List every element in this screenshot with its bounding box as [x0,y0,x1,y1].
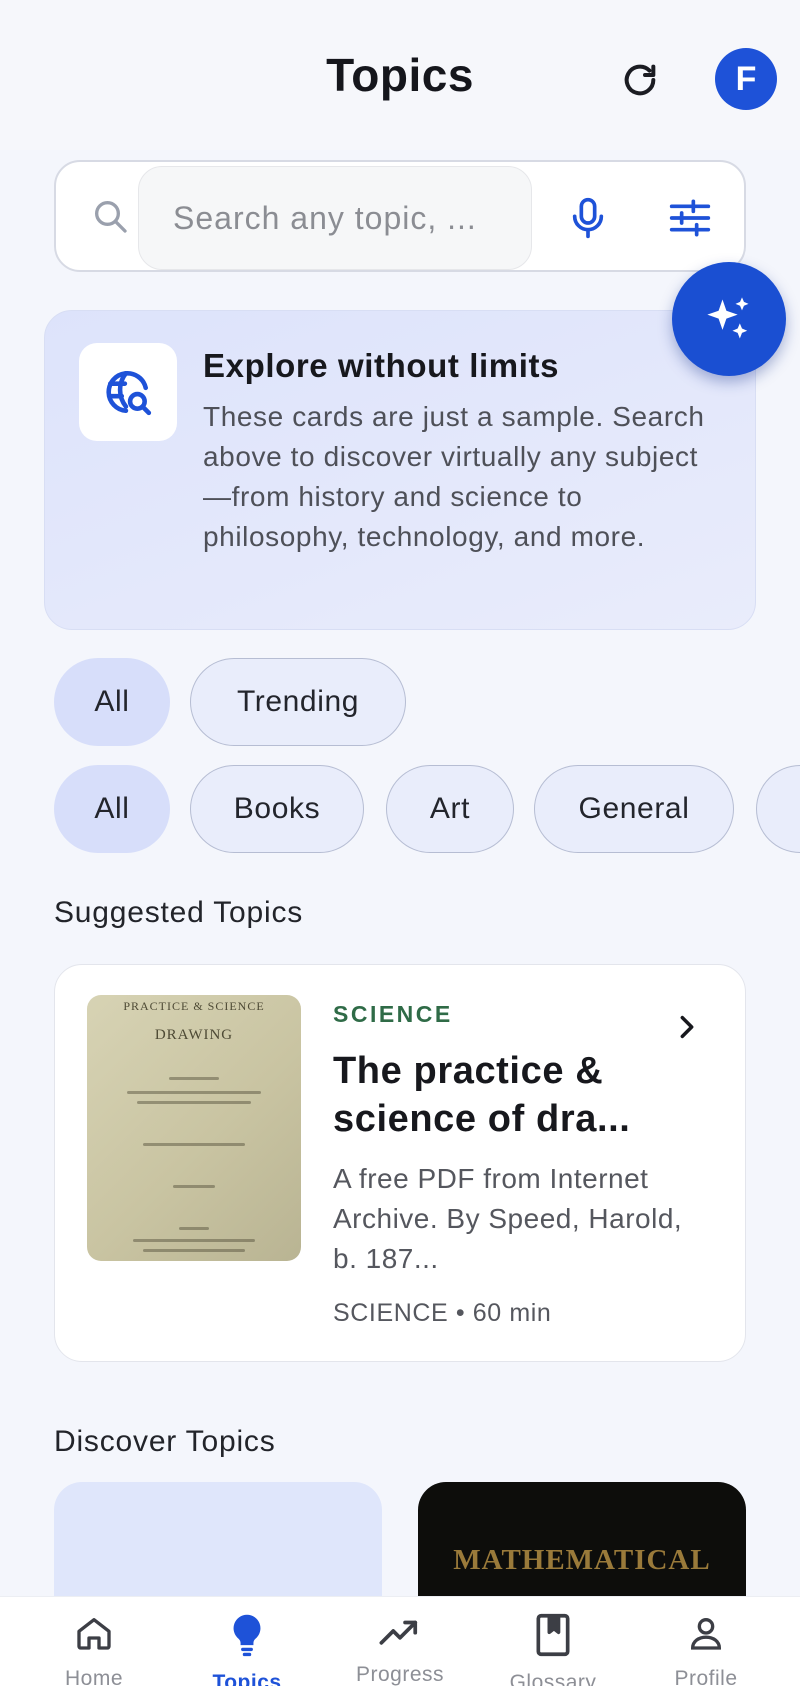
home-icon [77,1618,111,1650]
tune-icon [669,199,711,237]
cover-text-line [173,1185,215,1188]
chip-books[interactable]: Books [190,765,364,853]
trending-up-icon [379,1620,418,1645]
sparkle-icon [707,297,749,339]
suggested-topic-card[interactable]: PRACTICE & SCIENCE DRAWING SCIENCE The p… [54,964,746,1362]
microphone-icon [572,197,604,239]
open-topic-button[interactable] [667,1007,707,1047]
page-title: Topics [326,49,474,101]
nav-item-progress[interactable]: Progress [320,1597,480,1686]
ai-sparkle-button[interactable] [672,262,786,376]
cover-text-line [169,1077,219,1080]
app-header: Topics F [0,0,800,150]
person-icon [690,1618,722,1650]
chip-more-partial[interactable] [756,765,800,853]
cover-text-line [133,1239,255,1242]
chip-trending[interactable]: Trending [190,658,406,746]
info-icon-box [79,343,177,441]
cover-text-line [137,1101,251,1104]
nav-item-home[interactable]: Home [14,1597,174,1686]
topic-category: SCIENCE [333,1001,453,1027]
suggested-topics-heading: Suggested Topics [54,896,304,929]
info-card-body: These cards are just a sample. Search ab… [203,401,705,552]
cover-text-line [143,1143,245,1146]
search-input[interactable] [138,166,532,270]
refresh-icon [624,64,656,96]
nav-label-progress: Progress [355,1663,445,1686]
nav-label-glossary: Glossary [509,1671,597,1686]
nav-label-profile: Profile [674,1667,738,1686]
cover-title-line: PRACTICE & SCIENCE [123,999,265,1013]
chip-art[interactable]: Art [386,765,514,853]
cover-text-line [143,1249,245,1252]
chip-all-primary[interactable]: All [54,658,170,746]
filter-button[interactable] [662,190,718,246]
nav-label-topics: Topics [212,1671,282,1686]
book-icon [536,1613,570,1657]
bottom-navigation: Home Topics Progress Glossary Profile [0,1596,800,1686]
chevron-right-icon [680,1015,694,1039]
voice-search-button[interactable] [560,190,616,246]
avatar[interactable]: F [715,48,777,110]
chip-all-category[interactable]: All [54,765,170,853]
nav-item-topics[interactable]: Topics [167,1597,327,1686]
nav-item-profile[interactable]: Profile [626,1597,786,1686]
cover-subtitle-line: DRAWING [154,1027,234,1043]
info-card-title: Explore without limits [203,347,560,384]
nav-item-glossary[interactable]: Glossary [473,1597,633,1686]
discover-card-cover-text: MATHEMATICAL [453,1544,711,1576]
cover-text-line [179,1227,209,1230]
search-bar [54,160,746,272]
topic-description: A free PDF from Internet Archive. By Spe… [333,1163,683,1274]
lightbulb-icon [233,1614,261,1657]
topic-title: The practice & science of dra... [333,1050,631,1140]
search-icon [95,201,127,233]
book-cover-image: PRACTICE & SCIENCE DRAWING [87,995,301,1261]
discover-topics-heading: Discover Topics [54,1425,276,1458]
chip-general[interactable]: General [534,765,734,853]
cover-text-line [127,1091,261,1094]
explore-info-card: Explore without limits These cards are j… [44,310,756,630]
globe-search-icon [106,370,152,416]
nav-label-home: Home [64,1667,124,1686]
topic-meta: SCIENCE • 60 min [333,1299,552,1327]
refresh-button[interactable] [612,52,668,108]
